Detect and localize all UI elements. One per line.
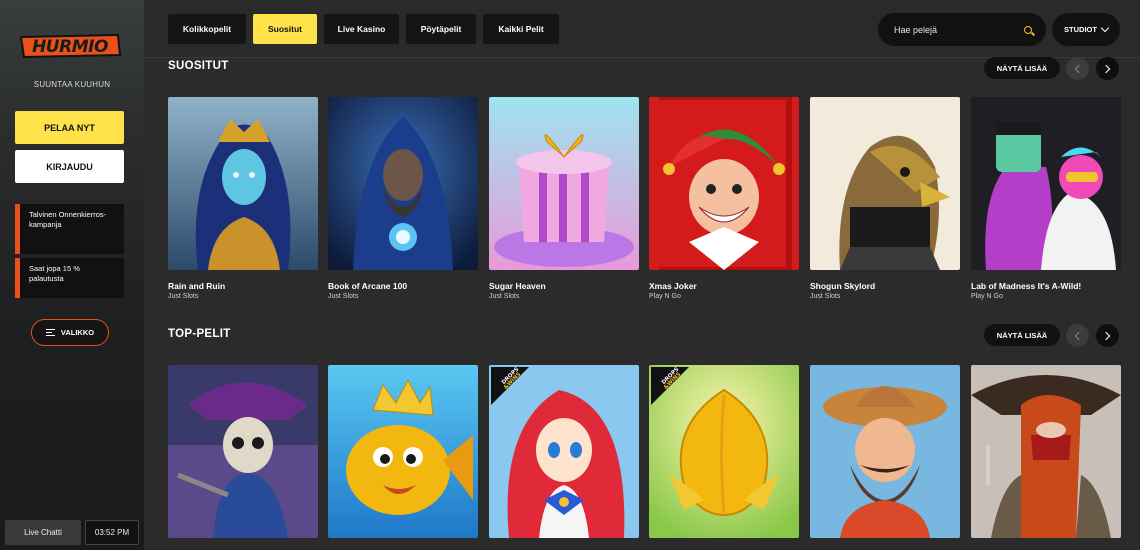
drops-wins-badge: DROPS &WINS <box>491 367 529 405</box>
game-thumbnail[interactable] <box>649 97 799 270</box>
tab-popular[interactable]: Suositut <box>253 14 317 44</box>
carousel-next-button[interactable] <box>1096 324 1119 347</box>
game-thumbnail[interactable] <box>328 365 478 538</box>
game-name: Xmas Joker <box>649 281 697 291</box>
game-thumbnail[interactable]: DROPS &WINS <box>489 365 639 538</box>
chevron-left-icon <box>1074 64 1084 73</box>
carousel-prev-button[interactable] <box>1066 324 1089 347</box>
game-thumbnail[interactable] <box>489 97 639 270</box>
game-card[interactable]: Xmas Joker Play N Go <box>649 97 799 300</box>
game-card[interactable] <box>168 365 318 538</box>
search-icon[interactable] <box>1024 25 1032 34</box>
tab-slots[interactable]: Kolikkopelit <box>168 14 246 44</box>
game-card[interactable]: Rain and Ruin Just Slots <box>168 97 318 300</box>
game-card[interactable] <box>810 365 960 538</box>
game-name: Sugar Heaven <box>489 281 546 291</box>
game-card[interactable]: Lab of Madness It's A-Wild! Play N Go <box>971 97 1121 300</box>
game-card[interactable]: Shogun Skylord Just Slots <box>810 97 960 300</box>
game-provider: Just Slots <box>168 293 199 300</box>
game-thumbnail[interactable] <box>810 97 960 270</box>
game-card[interactable] <box>971 365 1121 538</box>
show-more-popular-button[interactable]: NÄYTÄ LISÄÄ <box>984 57 1060 79</box>
show-more-top-games-button[interactable]: NÄYTÄ LISÄÄ <box>984 324 1060 346</box>
sidebar: HURMIO SUUNTAA KUUHUN PELAA NYT KIRJAUDU… <box>0 0 144 550</box>
chevron-left-icon <box>1074 331 1084 340</box>
tab-table-games[interactable]: Pöytäpelit <box>406 14 476 44</box>
game-provider: Just Slots <box>489 293 520 300</box>
tagline: SUUNTAA KUUHUN <box>33 80 111 89</box>
game-card[interactable]: DROPS &WINS <box>489 365 639 538</box>
tab-all-games[interactable]: Kaikki Pelit <box>483 14 559 44</box>
game-name: Rain and Ruin <box>168 281 226 291</box>
game-thumbnail[interactable] <box>810 365 960 538</box>
carousel-prev-button[interactable] <box>1066 57 1089 80</box>
game-thumbnail[interactable] <box>168 97 318 270</box>
menu-label: VALIKKO <box>60 328 95 337</box>
search-input[interactable] <box>894 24 1014 35</box>
game-card[interactable]: Book of Arcane 100 Just Slots <box>328 97 478 300</box>
drops-wins-badge: DROPS &WINS <box>651 367 689 405</box>
studios-label: STUDIOT <box>1064 25 1097 34</box>
promo-winter-wheel[interactable]: Talvinen Onnenkierros-kampanja <box>15 204 124 254</box>
section-title-top-games: TOP-PELIT <box>168 328 231 340</box>
menu-button[interactable]: VALIKKO <box>31 319 109 346</box>
game-thumbnail[interactable] <box>168 365 318 538</box>
promo-cashback[interactable]: Saat jopa 15 % palautusta <box>15 258 124 298</box>
tab-live-casino[interactable]: Live Kasino <box>324 14 399 44</box>
chevron-right-icon <box>1101 64 1111 73</box>
game-thumbnail[interactable]: DROPS &WINS <box>649 365 799 538</box>
studios-dropdown[interactable]: STUDIOT <box>1052 13 1120 46</box>
game-name: Lab of Madness It's A-Wild! <box>971 281 1082 291</box>
game-provider: Play N Go <box>649 293 681 300</box>
game-card[interactable]: DROPS &WINS <box>649 365 799 538</box>
login-button[interactable]: KIRJAUDU <box>15 150 124 183</box>
carousel-next-button[interactable] <box>1096 57 1119 80</box>
game-thumbnail[interactable] <box>971 365 1121 538</box>
game-card[interactable] <box>328 365 478 538</box>
hurmio-logo[interactable]: HURMIO <box>18 33 122 59</box>
game-provider: Just Slots <box>328 293 359 300</box>
section-title-popular: SUOSITUT <box>168 60 229 72</box>
game-provider: Play N Go <box>971 293 1003 300</box>
game-thumbnail[interactable] <box>971 97 1121 270</box>
game-card[interactable]: Sugar Heaven Just Slots <box>489 97 639 300</box>
game-name: Shogun Skylord <box>810 281 876 291</box>
game-name: Book of Arcane 100 <box>328 281 408 291</box>
svg-text:HURMIO: HURMIO <box>32 37 108 57</box>
top-bar: Kolikkopelit Suositut Live Kasino Pöytäp… <box>144 0 1140 58</box>
live-chat-button[interactable]: Live Chatti <box>5 520 81 545</box>
chevron-right-icon <box>1101 331 1111 340</box>
chevron-down-icon <box>1100 23 1110 33</box>
game-thumbnail[interactable] <box>328 97 478 270</box>
hamburger-icon <box>45 329 55 336</box>
game-provider: Just Slots <box>810 293 841 300</box>
play-now-button[interactable]: PELAA NYT <box>15 111 124 144</box>
search-box <box>878 13 1046 46</box>
clock: 03:52 PM <box>85 520 139 545</box>
